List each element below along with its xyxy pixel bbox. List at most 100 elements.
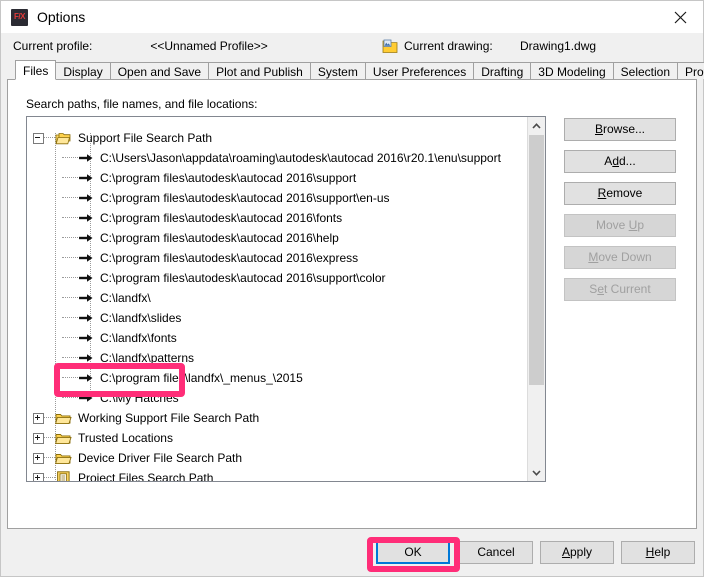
tab-plot-and-publish[interactable]: Plot and Publish: [208, 62, 311, 79]
tab-display[interactable]: Display: [55, 62, 111, 79]
tree-path-row[interactable]: C:\program files\autodesk\autocad 2016\s…: [27, 268, 527, 288]
tab-system[interactable]: System: [309, 62, 366, 79]
path-action-buttons: Browse... Add... Remove Move Up Move Down Set…: [564, 118, 676, 301]
expand-plus-icon[interactable]: [33, 452, 44, 464]
set-current-button: Set Current: [564, 278, 676, 301]
current-profile-value: <<Unnamed Profile>>: [150, 39, 268, 53]
arrow-icon: [78, 392, 94, 404]
tree-node-label: C:\Users\Jason\appdata\roaming\autodesk\…: [100, 151, 501, 165]
tree-node-label: Device Driver File Search Path: [78, 451, 243, 465]
tree-connector: [62, 337, 78, 339]
move-up-button: Move Up: [564, 214, 676, 237]
tree-path-row[interactable]: C:\landfx\fonts: [27, 328, 527, 348]
tree-path-row[interactable]: C:\program files\autodesk\autocad 2016\h…: [27, 228, 527, 248]
apply-button[interactable]: Apply: [540, 541, 614, 564]
tree-path-row[interactable]: C:\program files\autodesk\autocad 2016\s…: [27, 168, 527, 188]
expand-plus-icon[interactable]: [33, 432, 44, 444]
tree-group-row[interactable]: Support File Search Path: [27, 128, 527, 148]
arrow-icon: [78, 232, 94, 244]
tree-group-row[interactable]: Trusted Locations: [27, 428, 527, 448]
close-icon[interactable]: [657, 1, 703, 33]
tree-scrollbar[interactable]: [527, 117, 545, 481]
tree-path-row[interactable]: C:\program files\autodesk\autocad 2016\s…: [27, 188, 527, 208]
tree-node-label: C:\landfx\patterns: [100, 351, 195, 365]
tree-node-label: C:\program files\autodesk\autocad 2016\s…: [100, 171, 357, 185]
tree-path-row[interactable]: C:\Users\Jason\appdata\roaming\autodesk\…: [27, 148, 527, 168]
arrow-icon: [78, 312, 94, 324]
tab-selection[interactable]: Selection: [612, 62, 679, 79]
tree-node-label: C:\program files\autodesk\autocad 2016\e…: [100, 251, 359, 265]
tree-path-row[interactable]: C:\program files\autodesk\autocad 2016\f…: [27, 208, 527, 228]
tree-connector: [62, 357, 78, 359]
tree-connector: [62, 157, 78, 159]
tree-node-label: C:\program files\autodesk\autocad 2016\s…: [100, 191, 390, 205]
fx-logo-icon: F/X: [11, 8, 28, 26]
tree-path-row[interactable]: C:\landfx\slides: [27, 308, 527, 328]
document-icon: [57, 470, 70, 481]
arrow-icon: [78, 272, 94, 284]
help-button[interactable]: Help: [621, 541, 695, 564]
arrow-icon: [78, 252, 94, 264]
tree-connector: [44, 477, 55, 479]
tree-group-row[interactable]: Project Files Search Path: [27, 468, 527, 481]
tree-connector: [62, 397, 78, 399]
arrow-icon: [78, 192, 94, 204]
browse-button[interactable]: Browse...: [564, 118, 676, 141]
tree-connector: [62, 297, 78, 299]
tab-files[interactable]: Files: [15, 60, 57, 80]
options-dialog: F/X Options Current profile: <<Unnamed P…: [0, 0, 704, 577]
tree-path-row[interactable]: C:\landfx\patterns: [27, 348, 527, 368]
tree-connector: [44, 137, 55, 139]
search-paths-tree[interactable]: Support File Search Path C:\Users\Jason\a…: [26, 116, 546, 482]
tree-path-row[interactable]: C:\program files\landfx\_menus_\2015: [27, 368, 527, 388]
tree-node-label: Support File Search Path: [78, 131, 213, 145]
tab-3d-modeling[interactable]: 3D Modeling: [530, 62, 614, 79]
profile-bar: Current profile: <<Unnamed Profile>> Cur…: [1, 33, 703, 59]
arrow-icon: [78, 152, 94, 164]
tab-drafting[interactable]: Drafting: [473, 62, 532, 79]
tree-connector: [62, 377, 78, 379]
expand-plus-icon[interactable]: [33, 412, 44, 424]
tab-user-preferences[interactable]: User Preferences: [364, 62, 475, 79]
expand-plus-icon[interactable]: [33, 472, 44, 481]
tree-path-row[interactable]: C:\My Hatches: [27, 388, 527, 408]
tree-connector: [62, 217, 78, 219]
move-down-button: Move Down: [564, 246, 676, 269]
arrow-icon: [78, 372, 94, 384]
tree-node-label: C:\program files\landfx\_menus_\2015: [100, 371, 303, 385]
arrow-icon: [78, 172, 94, 184]
window-title: Options: [37, 9, 86, 25]
tree-connector: [44, 457, 55, 459]
remove-button[interactable]: Remove: [564, 182, 676, 205]
tree-path-row[interactable]: C:\program files\autodesk\autocad 2016\e…: [27, 248, 527, 268]
folders-icon: [55, 131, 72, 145]
add-button[interactable]: Add...: [564, 150, 676, 173]
tree-node-label: Trusted Locations: [78, 431, 173, 445]
tree-connector: [62, 277, 78, 279]
tree-connector: [44, 437, 55, 439]
chevron-up-icon[interactable]: [528, 117, 545, 134]
tree-group-row[interactable]: Device Driver File Search Path: [27, 448, 527, 468]
ok-button[interactable]: OK: [376, 541, 450, 564]
title-bar: F/X Options: [1, 1, 703, 33]
collapse-minus-icon[interactable]: [33, 132, 44, 144]
chevron-down-icon[interactable]: [528, 464, 545, 481]
tree-group-row[interactable]: Working Support File Search Path: [27, 408, 527, 428]
cancel-button[interactable]: Cancel: [459, 541, 533, 564]
tab-open-and-save[interactable]: Open and Save: [109, 62, 210, 79]
tree-node-label: Working Support File Search Path: [78, 411, 260, 425]
arrow-icon: [78, 332, 94, 344]
tree-path-row[interactable]: C:\landfx\: [27, 288, 527, 308]
tab-profiles[interactable]: Profiles: [677, 62, 704, 79]
arrow-icon: [78, 292, 94, 304]
scrollbar-thumb[interactable]: [529, 135, 544, 385]
